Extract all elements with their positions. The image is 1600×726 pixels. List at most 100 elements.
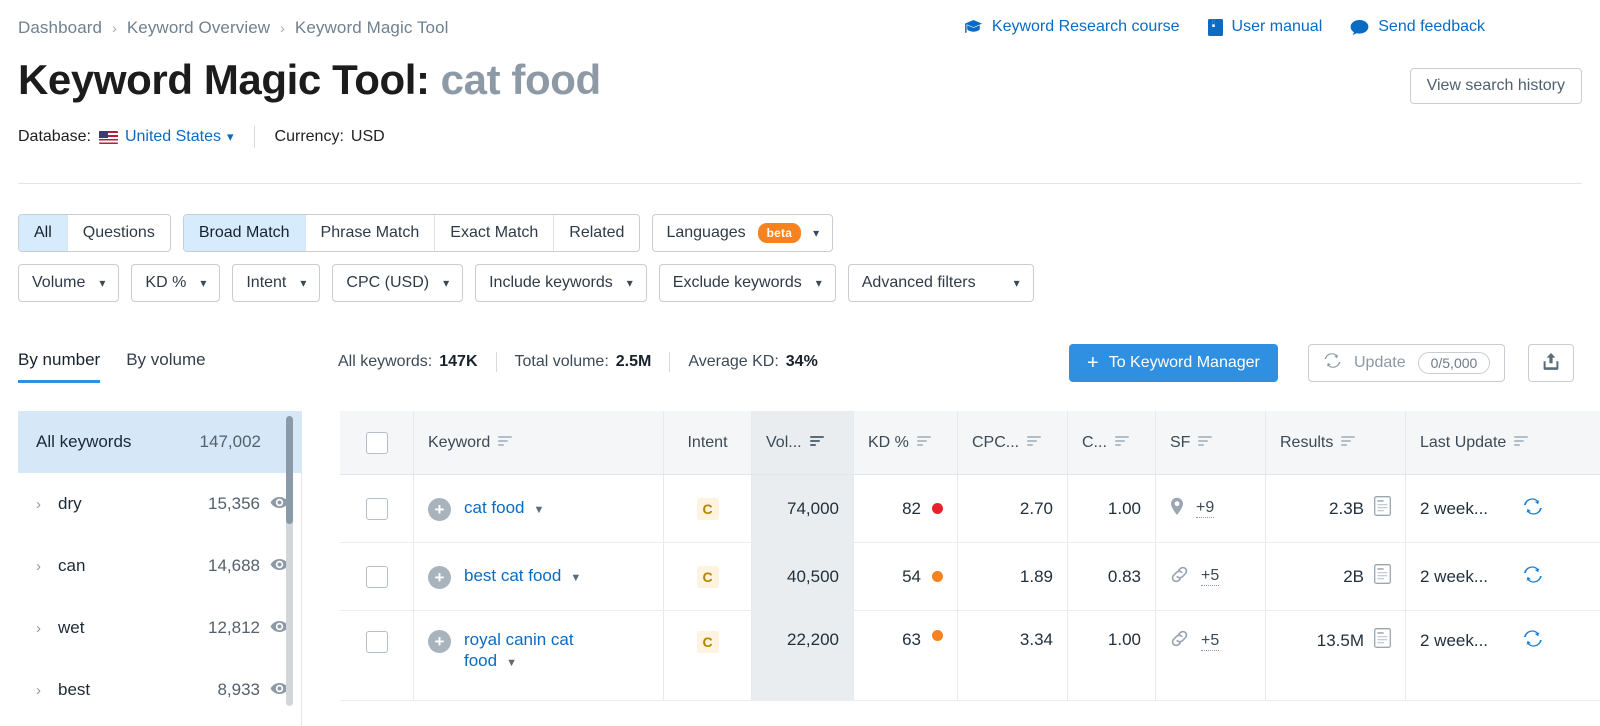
export-button[interactable] bbox=[1528, 344, 1574, 382]
add-keyword-icon[interactable]: + bbox=[428, 630, 451, 653]
sort-icon[interactable] bbox=[1115, 434, 1130, 452]
competition-value: 1.00 bbox=[1108, 630, 1141, 650]
sidebar-item-dry[interactable]: › dry 15,356 bbox=[18, 473, 301, 535]
plus-icon: + bbox=[1087, 353, 1099, 373]
competition-cell: 1.00 bbox=[1068, 611, 1156, 700]
add-keyword-icon[interactable]: + bbox=[428, 498, 451, 521]
tab-questions[interactable]: Questions bbox=[68, 215, 170, 251]
tab-broad-match[interactable]: Broad Match bbox=[184, 215, 306, 251]
sidebar-item-wet[interactable]: › wet 12,812 bbox=[18, 597, 301, 659]
column-header-cpc[interactable]: CPC... bbox=[958, 411, 1068, 474]
keyword-link[interactable]: royal canin cat food bbox=[464, 630, 574, 670]
sidebar-scrollbar[interactable] bbox=[286, 416, 293, 706]
sidebar-item-best[interactable]: › best 8,933 bbox=[18, 659, 301, 721]
filter-intent[interactable]: Intent ▾ bbox=[232, 264, 320, 302]
refresh-row-icon[interactable] bbox=[1522, 565, 1544, 589]
tab-exact-match[interactable]: Exact Match bbox=[435, 215, 554, 251]
sort-icon[interactable] bbox=[1027, 434, 1042, 452]
serp-preview-icon[interactable] bbox=[1374, 628, 1391, 653]
sort-icon[interactable] bbox=[917, 434, 932, 452]
sidebar-group-count: 12,812 bbox=[208, 618, 260, 638]
filter-exclude-keywords-label: Exclude keywords bbox=[673, 274, 802, 292]
chevron-right-icon[interactable]: › bbox=[36, 558, 58, 575]
column-header-last-update[interactable]: Last Update bbox=[1406, 411, 1558, 474]
sort-icon-active[interactable] bbox=[810, 434, 825, 452]
sidebar-item-all-keywords[interactable]: All keywords 147,002 bbox=[18, 411, 301, 473]
languages-dropdown[interactable]: Languages beta ▾ bbox=[652, 214, 833, 252]
sidebar-scrollbar-thumb[interactable] bbox=[286, 416, 293, 524]
filter-kd[interactable]: KD % ▾ bbox=[131, 264, 220, 302]
kd-value: 63 bbox=[902, 630, 921, 650]
update-button[interactable]: Update 0/5,000 bbox=[1308, 344, 1505, 382]
filter-include-keywords[interactable]: Include keywords ▾ bbox=[475, 264, 647, 302]
header-divider bbox=[18, 183, 1582, 184]
filter-exclude-keywords[interactable]: Exclude keywords ▾ bbox=[659, 264, 836, 302]
cpc-cell: 3.34 bbox=[958, 611, 1068, 700]
tab-by-number[interactable]: By number bbox=[18, 350, 100, 383]
row-checkbox[interactable] bbox=[366, 566, 388, 588]
tab-related[interactable]: Related bbox=[554, 215, 639, 251]
column-header-keyword[interactable]: Keyword bbox=[414, 411, 664, 474]
keyword-link[interactable]: cat food bbox=[464, 498, 525, 517]
refresh-row-icon[interactable] bbox=[1522, 629, 1544, 653]
refresh-row-icon[interactable] bbox=[1522, 497, 1544, 521]
user-manual-link[interactable]: User manual bbox=[1208, 18, 1323, 36]
breadcrumb-item-dashboard[interactable]: Dashboard bbox=[18, 18, 102, 38]
chevron-right-icon[interactable]: › bbox=[36, 682, 58, 699]
send-feedback-link[interactable]: Send feedback bbox=[1350, 18, 1485, 36]
chevron-down-icon[interactable]: ▼ bbox=[506, 657, 517, 669]
chevron-right-icon[interactable]: › bbox=[36, 620, 58, 637]
sort-icon[interactable] bbox=[1341, 434, 1356, 452]
group-view-tabs: By number By volume bbox=[18, 350, 206, 383]
chevron-down-icon[interactable]: ▾ bbox=[227, 129, 234, 145]
to-keyword-manager-button[interactable]: + To Keyword Manager bbox=[1069, 344, 1278, 382]
view-search-history-button[interactable]: View search history bbox=[1410, 68, 1582, 104]
breadcrumb-item-keyword-overview[interactable]: Keyword Overview bbox=[127, 18, 270, 38]
keyword-link[interactable]: best cat food bbox=[464, 566, 561, 585]
chevron-down-icon[interactable]: ▼ bbox=[534, 504, 545, 516]
tab-all[interactable]: All bbox=[19, 215, 68, 251]
filter-cpc[interactable]: CPC (USD) ▾ bbox=[332, 264, 463, 302]
table-row[interactable]: + best cat food▼ C 40,500 54 1.89 0.83 +… bbox=[340, 543, 1600, 611]
column-header-volume[interactable]: Vol... bbox=[752, 411, 854, 474]
currency-value: USD bbox=[351, 128, 385, 146]
tab-by-volume[interactable]: By volume bbox=[126, 350, 205, 383]
divider bbox=[254, 126, 255, 148]
row-checkbox[interactable] bbox=[366, 631, 388, 653]
sf-count[interactable]: +5 bbox=[1201, 632, 1219, 651]
row-checkbox[interactable] bbox=[366, 498, 388, 520]
tab-phrase-match[interactable]: Phrase Match bbox=[306, 215, 436, 251]
keyword-scope-segmented: All Questions bbox=[18, 214, 171, 252]
chevron-down-icon: ▾ bbox=[627, 277, 633, 289]
table-row[interactable]: + royal canin cat food▼ C 22,200 63 3.34… bbox=[340, 611, 1600, 701]
sf-count[interactable]: +5 bbox=[1201, 567, 1219, 586]
serp-preview-icon[interactable] bbox=[1374, 564, 1391, 589]
keyword-research-course-link[interactable]: Keyword Research course bbox=[964, 18, 1180, 36]
chevron-down-icon[interactable]: ▼ bbox=[570, 572, 581, 584]
column-header-kd[interactable]: KD % bbox=[854, 411, 958, 474]
select-all-checkbox[interactable] bbox=[366, 432, 388, 454]
chevron-right-icon[interactable]: › bbox=[36, 496, 58, 513]
intent-badge[interactable]: C bbox=[697, 631, 719, 653]
intent-badge[interactable]: C bbox=[697, 566, 719, 588]
filter-advanced[interactable]: Advanced filters ▾ bbox=[848, 264, 1034, 302]
column-header-sf[interactable]: SF bbox=[1156, 411, 1266, 474]
last-update-cell: 2 week... bbox=[1406, 543, 1558, 610]
column-header-competition[interactable]: C... bbox=[1068, 411, 1156, 474]
sidebar-item-can[interactable]: › can 14,688 bbox=[18, 535, 301, 597]
column-header-results[interactable]: Results bbox=[1266, 411, 1406, 474]
sort-icon[interactable] bbox=[498, 434, 513, 452]
table-row[interactable]: + cat food▼ C 74,000 82 2.70 1.00 +9 bbox=[340, 475, 1600, 543]
kd-value: 54 bbox=[902, 567, 921, 587]
competition-cell: 0.83 bbox=[1068, 543, 1156, 610]
serp-preview-icon[interactable] bbox=[1374, 496, 1391, 521]
filter-volume[interactable]: Volume ▾ bbox=[18, 264, 119, 302]
sf-count[interactable]: +9 bbox=[1196, 499, 1214, 518]
sort-icon[interactable] bbox=[1198, 434, 1213, 452]
match-type-toolbar: All Questions Broad Match Phrase Match E… bbox=[18, 214, 833, 252]
database-country-select[interactable]: United States bbox=[125, 128, 221, 146]
breadcrumb-item-keyword-magic-tool[interactable]: Keyword Magic Tool bbox=[295, 18, 449, 38]
add-keyword-icon[interactable]: + bbox=[428, 566, 451, 589]
intent-badge[interactable]: C bbox=[697, 498, 719, 520]
sort-icon[interactable] bbox=[1514, 434, 1529, 452]
